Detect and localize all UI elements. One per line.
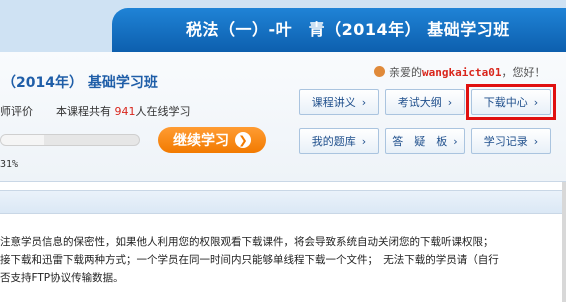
- course-title: （2014年） 基础学习班: [2, 75, 158, 91]
- progress-percent: 31%: [0, 159, 19, 170]
- qa-board-label: 答 疑 板: [392, 135, 448, 148]
- scrollbar-track[interactable]: [562, 182, 566, 302]
- highlight-box: [466, 84, 556, 120]
- syllabus-label: 考试大纲: [397, 96, 442, 109]
- syllabus-button[interactable]: 考试大纲 ›: [385, 89, 465, 115]
- progress-bar: [0, 134, 140, 146]
- online-count: 941: [114, 105, 136, 118]
- qa-board-button[interactable]: 答 疑 板 ›: [385, 128, 465, 154]
- online-count-text: 本课程共有 941人在线学习: [56, 103, 191, 119]
- top-banner: 税法（一）-叶 青（2014年） 基础学习班: [0, 0, 566, 52]
- question-bank-button[interactable]: 我的题库 ›: [299, 128, 379, 154]
- question-bank-label: 我的题库: [311, 135, 356, 148]
- study-record-label: 学习记录: [483, 135, 528, 148]
- rating-label[interactable]: 师评价: [0, 103, 33, 119]
- user-greeting: 亲爱的wangkaicta01，您好！: [374, 64, 545, 80]
- greeting-prefix: 亲爱的: [389, 66, 422, 79]
- chevron-right-icon: ›: [453, 134, 458, 148]
- continue-study-label: 继续学习: [173, 133, 229, 149]
- course-banner-title: 税法（一）-叶 青（2014年） 基础学习班: [186, 20, 510, 39]
- study-record-button[interactable]: 学习记录 ›: [471, 128, 551, 154]
- notice-header-bar: [0, 190, 566, 214]
- notice-line-3: 否支持FTP协议传输数据。: [0, 272, 124, 284]
- chevron-right-icon: ›: [361, 95, 367, 109]
- notice-line-1: 注意学员信息的保密性，如果他人利用您的权限观看下载课件，将会导致系统自动关闭您的…: [0, 236, 494, 248]
- online-prefix: 本课程共有: [56, 105, 111, 118]
- notice-line-2: 接下载和迅雷下载两种方式；一个学员在同一时间内只能够单线程下载一个文件； 无法下…: [0, 254, 499, 266]
- chevron-right-icon: ›: [361, 134, 367, 148]
- username[interactable]: wangkaicta01: [422, 66, 501, 79]
- continue-study-button[interactable]: 继续学习 ❯: [158, 127, 266, 153]
- chevron-right-icon: ›: [447, 95, 453, 109]
- chevron-right-icon: ›: [533, 134, 539, 148]
- greeting-suffix: ，您好！: [501, 66, 546, 79]
- user-icon: [374, 66, 385, 77]
- lectures-label: 课程讲义: [311, 96, 356, 109]
- lectures-button[interactable]: 课程讲义 ›: [299, 89, 379, 115]
- arrow-right-icon: ❯: [235, 132, 251, 148]
- online-suffix: 人在线学习: [135, 105, 191, 118]
- progress-fill: [1, 135, 44, 145]
